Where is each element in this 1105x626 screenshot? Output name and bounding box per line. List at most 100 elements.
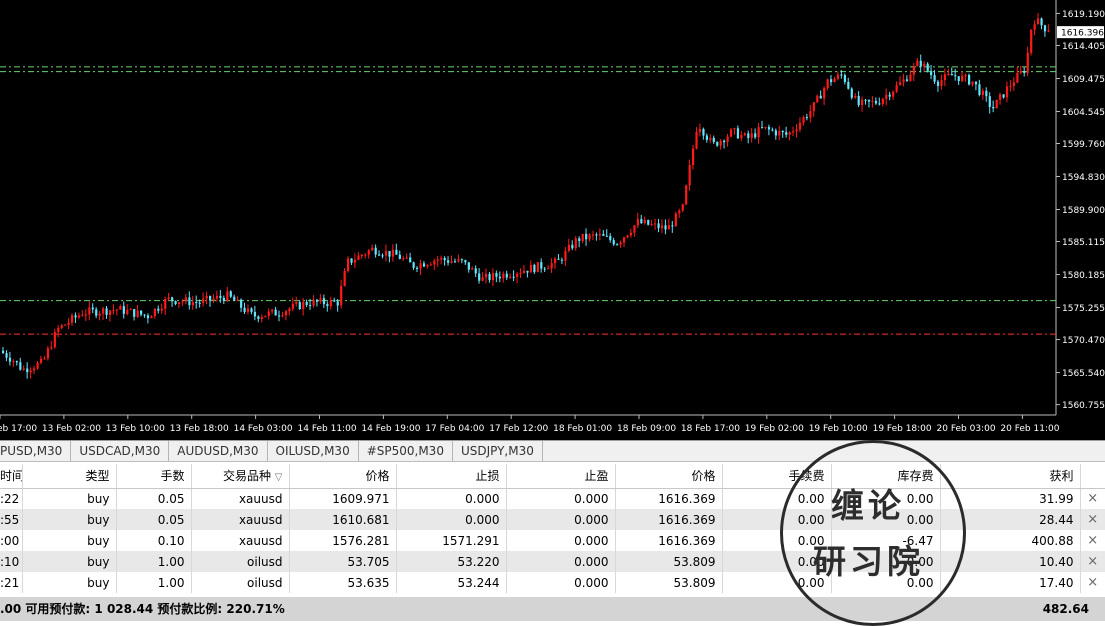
total-profit: 482.64	[1042, 602, 1089, 616]
candle-body	[29, 370, 32, 373]
candle-body	[529, 264, 533, 273]
candle-body	[740, 135, 743, 139]
candle-body	[371, 247, 374, 251]
col-open-price[interactable]: 价格	[289, 464, 397, 489]
candle-body	[999, 94, 1002, 100]
candle-body	[792, 131, 795, 133]
candle-body	[761, 127, 764, 129]
candle-body	[616, 244, 619, 246]
col-symbol[interactable]: 交易品种 ▽	[191, 464, 290, 489]
candle-body	[857, 95, 860, 106]
candle-body	[364, 254, 367, 256]
candle-body	[447, 260, 450, 263]
candle-body	[685, 185, 688, 205]
candle-body	[243, 307, 246, 312]
table-row[interactable]: :55 buy 0.05 xauusd 1610.681 0.000 0.000…	[0, 509, 1105, 530]
candle-body	[143, 314, 146, 316]
candle-body	[971, 81, 974, 85]
cell-profit: 10.40	[940, 551, 1081, 572]
candle-body	[754, 133, 757, 138]
col-sl[interactable]: 止损	[396, 464, 507, 489]
candle-body	[271, 309, 274, 312]
candle-body	[674, 213, 677, 227]
candle-body	[295, 302, 298, 304]
col-profit[interactable]: 获利	[940, 464, 1081, 489]
candle-body	[236, 299, 239, 301]
tab-audusd[interactable]: AUDUSD,M30	[169, 441, 268, 461]
candle-body	[91, 307, 94, 310]
time-tick-label: 14 Feb 11:00	[298, 424, 357, 434]
tab-sp500[interactable]: #SP500,M30	[359, 441, 453, 461]
time-tick-label: 19 Feb 02:00	[745, 424, 804, 434]
col-time[interactable]: 时间	[0, 464, 23, 489]
candle-body	[150, 316, 153, 319]
candle-body	[816, 95, 819, 103]
price-chart[interactable]: 1619.190 1614.405 1609.475 1604.545 1599.760…	[0, 0, 1105, 440]
cell-open: 1609.971	[289, 488, 397, 509]
price-tick-label: 1609.475	[1062, 75, 1105, 85]
tab-usdjpy[interactable]: USDJPY,M30	[453, 441, 543, 461]
candle-body	[871, 100, 874, 102]
candle-body	[112, 310, 115, 312]
candle-body	[240, 299, 243, 308]
candle-body	[961, 75, 964, 81]
candle-body	[654, 223, 657, 225]
table-row[interactable]: :00 buy 0.10 xauusd 1576.281 1571.291 0.…	[0, 530, 1105, 551]
cell-lots: 1.00	[116, 572, 192, 593]
candle-body	[605, 235, 608, 237]
candle-body	[716, 142, 719, 146]
candle-body	[498, 276, 501, 279]
candle-body	[719, 140, 722, 146]
candle-body	[892, 91, 895, 97]
candle-body	[136, 310, 139, 317]
close-icon[interactable]: ×	[1080, 509, 1105, 530]
candle-body	[736, 128, 740, 139]
candle-body	[774, 130, 777, 136]
col-swap[interactable]: 库存费	[831, 464, 941, 489]
candle-body	[809, 111, 812, 118]
col-tp[interactable]: 止盈	[506, 464, 616, 489]
table-row[interactable]: :10 buy 1.00 oilusd 53.705 53.220 0.000 …	[0, 551, 1105, 572]
candle-body	[146, 315, 150, 319]
candle-body	[512, 276, 515, 278]
candle-body	[660, 225, 664, 229]
candle-body	[440, 257, 443, 260]
tab-pusd[interactable]: PUSD,M30	[0, 441, 72, 461]
close-icon[interactable]: ×	[1080, 572, 1105, 593]
candle-body	[974, 81, 978, 85]
cell-symbol: oilusd	[191, 551, 290, 572]
candle-body	[467, 262, 470, 270]
tab-usdcad[interactable]: USDCAD,M30	[71, 441, 170, 461]
cell-symbol: xauusd	[191, 488, 290, 509]
col-price[interactable]: 价格	[615, 464, 723, 489]
candle-body	[246, 308, 250, 312]
candle-body	[474, 268, 477, 274]
candle-body	[709, 137, 712, 140]
candle-body	[471, 268, 474, 270]
candle-body	[978, 84, 981, 96]
candle-body	[850, 88, 853, 98]
table-row[interactable]: :22 buy 0.05 xauusd 1609.971 0.000 0.000…	[0, 488, 1105, 509]
cell-swap: 0.00	[831, 551, 941, 572]
tab-oilusd[interactable]: OILUSD,M30	[268, 441, 359, 461]
candle-body	[350, 258, 353, 263]
table-row[interactable]: :21 buy 1.00 oilusd 53.635 53.244 0.000 …	[0, 572, 1105, 593]
candle-body	[174, 301, 177, 304]
candle-body	[98, 313, 101, 316]
candle-body	[177, 302, 181, 304]
candle-body	[705, 135, 708, 140]
candle-body	[209, 295, 212, 301]
candle-body	[84, 314, 87, 316]
candle-body	[968, 74, 971, 85]
close-icon[interactable]: ×	[1080, 488, 1105, 509]
candlestick-chart[interactable]: 1619.190 1614.405 1609.475 1604.545 1599.760…	[0, 0, 1105, 440]
col-lots[interactable]: 手数	[116, 464, 192, 489]
cell-lots: 1.00	[116, 551, 192, 572]
close-icon[interactable]: ×	[1080, 530, 1105, 551]
col-type[interactable]: 类型	[22, 464, 117, 489]
candle-body	[888, 94, 891, 97]
candle-body	[785, 132, 788, 135]
close-icon[interactable]: ×	[1080, 551, 1105, 572]
col-commission[interactable]: 手续费	[722, 464, 832, 489]
price-tick-label: 1604.545	[1062, 108, 1105, 118]
